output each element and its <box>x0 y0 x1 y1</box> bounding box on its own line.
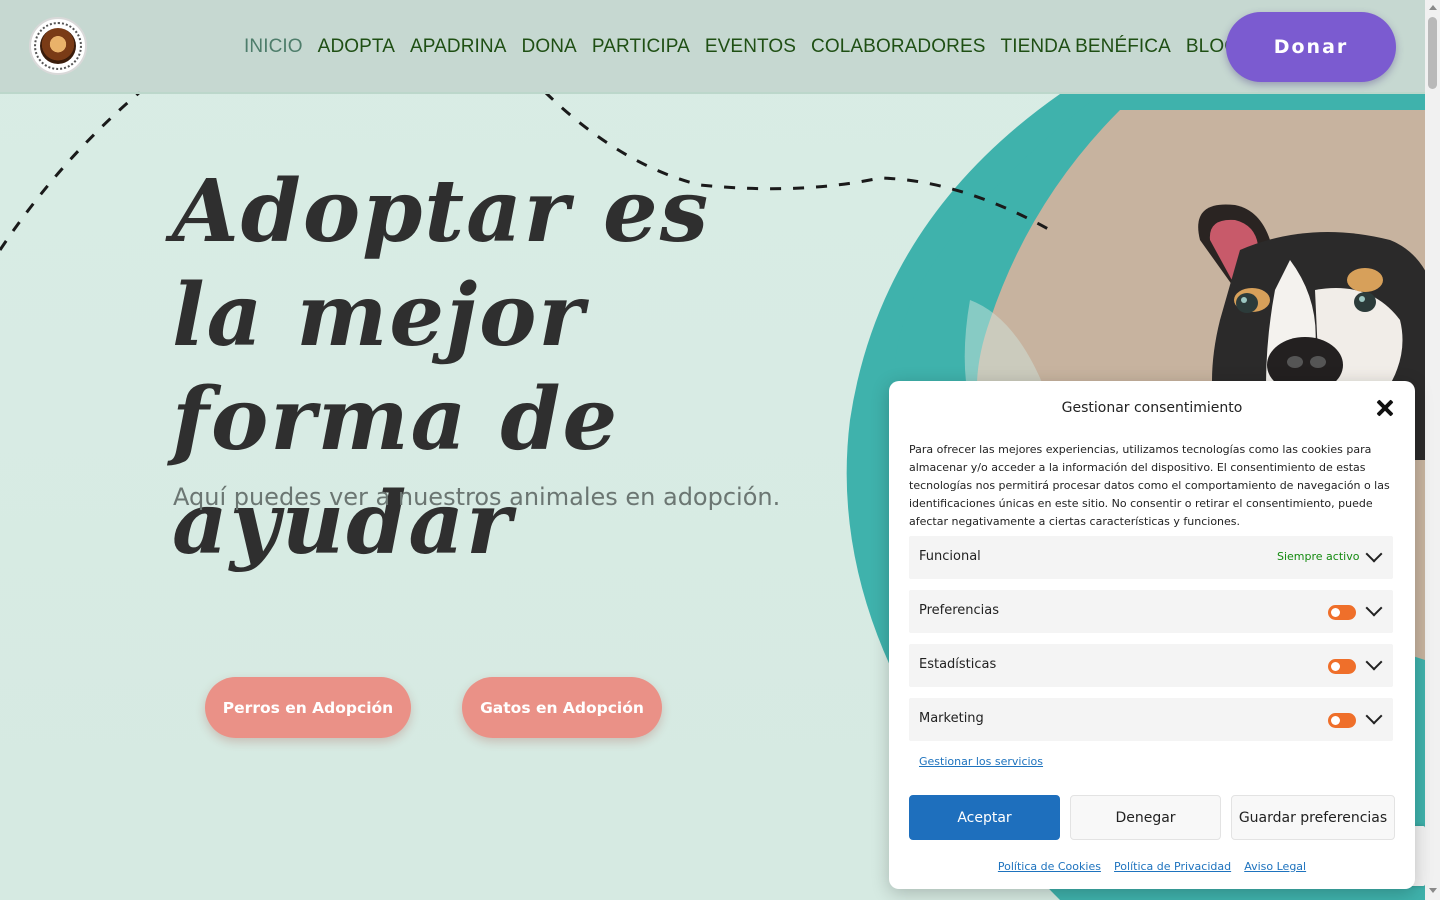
chevron-down-icon[interactable] <box>1365 707 1383 725</box>
hero-subtitle: Aquí puedes ver a nuestros animales en a… <box>173 483 781 511</box>
cookie-policy-link[interactable]: Política de Cookies <box>998 860 1101 873</box>
nav-item-adopta[interactable]: ADOPTA <box>318 36 395 58</box>
accept-button[interactable]: Aceptar <box>909 795 1060 840</box>
site-header: INICIO ADOPTA APADRINA DONA PARTICIPA EV… <box>0 0 1425 94</box>
nav-item-colaboradores[interactable]: COLABORADORES <box>811 36 985 58</box>
consent-description: Para ofrecer las mejores experiencias, u… <box>909 443 1390 528</box>
cats-adoption-button[interactable]: Gatos en Adopción <box>462 677 662 738</box>
scroll-thumb[interactable] <box>1428 17 1437 89</box>
category-label: Estadísticas <box>919 657 997 672</box>
deny-button[interactable]: Denegar <box>1070 795 1221 840</box>
toggle-knob <box>1331 662 1340 671</box>
manage-services-link[interactable]: Gestionar los servicios <box>919 755 1043 768</box>
consent-category-estadisticas[interactable]: Estadísticas <box>909 644 1393 687</box>
nav-item-tienda-benefica[interactable]: TIENDA BENÉFICA <box>1000 36 1170 58</box>
chevron-down-icon[interactable] <box>1365 599 1383 617</box>
marketing-toggle[interactable] <box>1328 713 1356 728</box>
preferences-toggle[interactable] <box>1328 605 1356 620</box>
statistics-toggle[interactable] <box>1328 659 1356 674</box>
nav-item-inicio[interactable]: INICIO <box>244 36 303 58</box>
site-logo[interactable] <box>29 17 87 75</box>
dogs-adoption-button[interactable]: Perros en Adopción <box>205 677 411 738</box>
privacy-policy-link[interactable]: Política de Privacidad <box>1114 860 1231 873</box>
consent-footer-links: Política de Cookies Política de Privacid… <box>889 855 1415 874</box>
scroll-up-arrow-icon[interactable] <box>1429 5 1437 10</box>
hero-title: Adoptar es la mejor forma de ayudar <box>172 161 711 574</box>
consent-title: Gestionar consentimiento <box>1061 400 1243 416</box>
nav-item-participa[interactable]: PARTICIPA <box>592 36 690 58</box>
nav-item-dona[interactable]: DONA <box>522 36 577 58</box>
toggle-knob <box>1331 716 1340 725</box>
category-label: Marketing <box>919 711 984 726</box>
category-label: Funcional <box>919 549 981 564</box>
always-active-label: Siempre activo <box>1277 550 1360 563</box>
legal-notice-link[interactable]: Aviso Legal <box>1244 860 1306 873</box>
nav-item-eventos[interactable]: EVENTOS <box>705 36 796 58</box>
chevron-down-icon[interactable] <box>1365 545 1383 563</box>
logo-image <box>40 28 76 64</box>
category-label: Preferencias <box>919 603 1000 618</box>
consent-category-funcional[interactable]: Funcional Siempre activo <box>909 536 1393 579</box>
nav-item-apadrina[interactable]: APADRINA <box>410 36 507 58</box>
scroll-down-arrow-icon[interactable] <box>1429 888 1437 893</box>
save-preferences-button[interactable]: Guardar preferencias <box>1231 795 1395 840</box>
chevron-down-icon[interactable] <box>1365 653 1383 671</box>
consent-category-marketing[interactable]: Marketing <box>909 698 1393 741</box>
cookie-consent-dialog: Gestionar consentimiento Para ofrecer la… <box>889 381 1415 889</box>
consent-category-preferencias[interactable]: Preferencias <box>909 590 1393 633</box>
toggle-knob <box>1331 608 1340 617</box>
page-scrollbar[interactable] <box>1425 0 1440 900</box>
main-nav: INICIO ADOPTA APADRINA DONA PARTICIPA EV… <box>244 36 1254 58</box>
close-icon[interactable] <box>1375 398 1395 418</box>
donate-button[interactable]: Donar <box>1226 12 1396 82</box>
